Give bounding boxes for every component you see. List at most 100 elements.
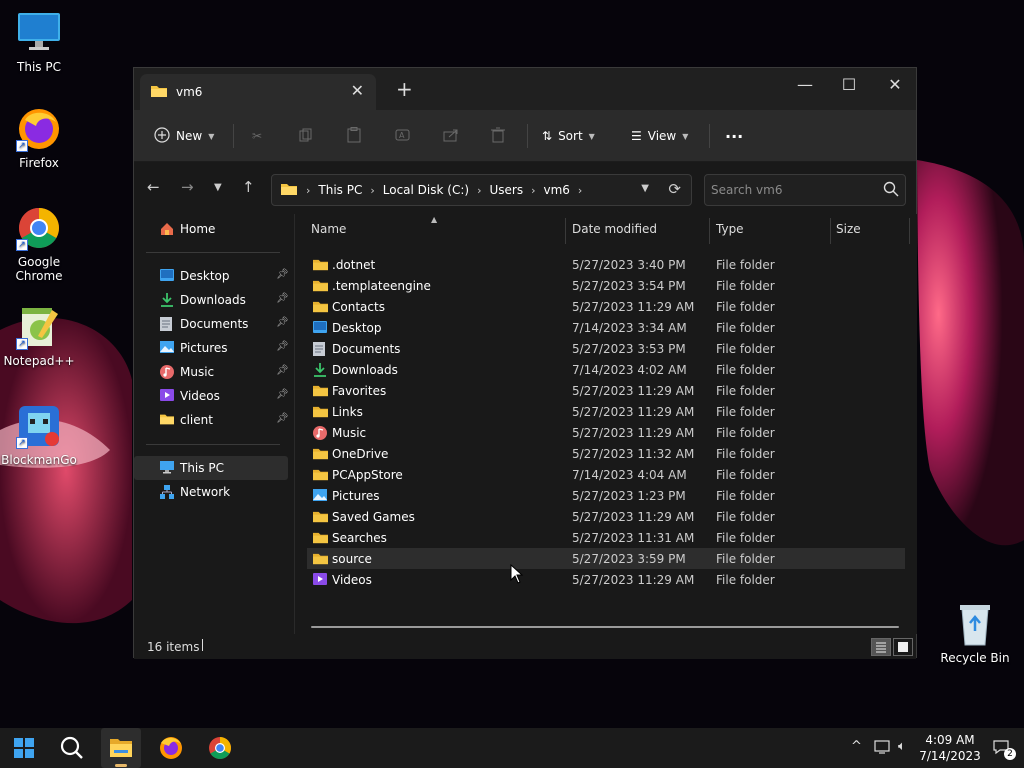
mouse-pointer-icon [510, 564, 524, 584]
new-button[interactable]: New ▼ [154, 124, 214, 148]
recent-locations-button[interactable]: ▼ [214, 182, 222, 193]
search-input[interactable] [711, 180, 876, 200]
chevron-up-icon[interactable]: ^ [851, 739, 862, 754]
file-row[interactable]: Searches 5/27/2023 11:31 AM File folder [307, 527, 905, 548]
search-taskbar-button[interactable] [52, 728, 92, 768]
file-name: Downloads [332, 363, 398, 377]
desktop-icon-recycle-bin[interactable]: Recycle Bin [937, 601, 1013, 665]
breadcrumb-users[interactable]: Users [489, 183, 523, 197]
chevron-down-icon: ▼ [682, 131, 689, 141]
file-date-modified: 5/27/2023 11:29 AM [572, 300, 695, 314]
taskbar-chrome[interactable] [200, 728, 240, 768]
title-bar[interactable]: vm6 ✕ + — ☐ ✕ [134, 68, 916, 110]
desktop-icon-blockmango[interactable]: ↗ BlockmanGo [1, 403, 77, 467]
minimize-button[interactable]: — [782, 72, 828, 100]
close-tab-icon[interactable]: ✕ [351, 81, 364, 100]
details-view-button[interactable] [871, 638, 891, 656]
breadcrumb-this-pc[interactable]: This PC [318, 183, 362, 197]
desktop-icon-firefox[interactable]: ↗ Firefox [1, 106, 77, 170]
maximize-button[interactable]: ☐ [826, 72, 872, 100]
nav-quick-music[interactable]: Music 📌︎ [134, 360, 289, 384]
file-type: File folder [716, 321, 775, 335]
forward-button[interactable]: → [181, 178, 194, 196]
file-row[interactable]: Music 5/27/2023 11:29 AM File folder [307, 422, 905, 443]
column-divider[interactable] [709, 218, 710, 244]
share-button[interactable] [443, 124, 459, 148]
desktop-icon-chrome[interactable]: ↗ Google Chrome [1, 205, 77, 283]
close-window-button[interactable]: ✕ [872, 72, 918, 100]
chrome-icon: ↗ [16, 205, 62, 251]
more-options-button[interactable]: ··· [725, 124, 743, 148]
column-header-name[interactable]: Name [311, 222, 346, 236]
network-icon[interactable] [874, 739, 892, 759]
nav-quick-desktop[interactable]: Desktop 📌︎ [134, 264, 289, 288]
file-row[interactable]: .templateengine 5/27/2023 3:54 PM File fol… [307, 275, 905, 296]
tiles-view-button[interactable] [893, 638, 913, 656]
file-row[interactable]: Downloads 7/14/2023 4:02 AM File folder [307, 359, 905, 380]
nav-home[interactable]: Home [134, 217, 288, 241]
delete-button[interactable] [491, 124, 505, 148]
chevron-down-icon[interactable]: ▼ [641, 183, 649, 194]
taskbar-firefox[interactable] [151, 728, 191, 768]
folder-icon [312, 404, 328, 420]
address-bar[interactable]: › This PC › Local Disk (C:) › Users › vm… [271, 174, 692, 206]
clock-date: 7/14/2023 [919, 749, 981, 763]
file-row[interactable]: Links 5/27/2023 11:29 AM File folder [307, 401, 905, 422]
file-row[interactable]: Contacts 5/27/2023 11:29 AM File folder [307, 296, 905, 317]
file-row[interactable]: Documents 5/27/2023 3:53 PM File folder [307, 338, 905, 359]
volume-icon[interactable]: 🔈︎ [898, 739, 906, 754]
new-tab-button[interactable]: + [396, 78, 413, 100]
file-row[interactable]: Pictures 5/27/2023 1:23 PM File folder [307, 485, 905, 506]
copy-button[interactable] [299, 124, 313, 148]
column-header-type[interactable]: Type [716, 222, 744, 236]
file-type: File folder [716, 531, 775, 545]
paste-button[interactable] [347, 124, 361, 148]
taskbar-file-explorer[interactable] [101, 728, 141, 768]
breadcrumb-local-disk[interactable]: Local Disk (C:) [383, 183, 469, 197]
column-header-date[interactable]: Date modified [572, 222, 657, 236]
search-box[interactable] [704, 174, 906, 206]
column-header-size[interactable]: Size [836, 222, 861, 236]
nav-quick-pictures[interactable]: Pictures 📌︎ [134, 336, 289, 360]
back-button[interactable]: ← [147, 178, 160, 196]
nav-quick-downloads[interactable]: Downloads 📌︎ [134, 288, 289, 312]
up-button[interactable]: ↑ [242, 178, 255, 196]
file-row[interactable]: .dotnet 5/27/2023 3:40 PM File folder [307, 254, 905, 275]
column-divider[interactable] [909, 218, 910, 244]
nav-network[interactable]: Network [134, 480, 288, 504]
nav-this-pc[interactable]: This PC [134, 456, 288, 480]
pin-icon: 📌︎ [276, 293, 289, 304]
file-row[interactable]: PCAppStore 7/14/2023 4:04 AM File folder [307, 464, 905, 485]
file-type: File folder [716, 300, 775, 314]
view-button[interactable]: ☰ View ▼ [631, 124, 688, 148]
start-button[interactable] [4, 728, 44, 768]
horizontal-scrollbar[interactable] [311, 626, 899, 628]
refresh-icon[interactable]: ⟳ [668, 180, 681, 198]
file-name: Documents [332, 342, 401, 356]
file-row[interactable]: Videos 5/27/2023 11:29 AM File folder [307, 569, 905, 590]
sort-button[interactable]: ⇅ Sort ▼ [542, 124, 595, 148]
rename-button[interactable]: A [395, 124, 411, 148]
nav-quick-client[interactable]: client 📌︎ [134, 408, 289, 432]
file-row[interactable]: source 5/27/2023 3:59 PM File folder [307, 548, 905, 569]
file-type: File folder [716, 258, 775, 272]
file-row[interactable]: OneDrive 5/27/2023 11:32 AM File folder [307, 443, 905, 464]
breadcrumb-separator: › [577, 183, 583, 197]
column-divider[interactable] [830, 218, 831, 244]
system-clock[interactable]: 4:09 AM 7/14/2023 [915, 732, 985, 764]
desktop-icon-notepadpp[interactable]: ↗ Notepad++ [1, 304, 77, 368]
file-name: .dotnet [332, 258, 376, 272]
desktop-icon-this-pc[interactable]: This PC [1, 10, 77, 74]
file-row[interactable]: Saved Games 5/27/2023 11:29 AM File folder [307, 506, 905, 527]
file-row[interactable]: Desktop 7/14/2023 3:34 AM File folder [307, 317, 905, 338]
tab-vm6[interactable]: vm6 ✕ [140, 74, 376, 110]
blockmango-icon: ↗ [16, 403, 62, 449]
cut-button[interactable]: ✂ [252, 124, 262, 148]
breadcrumb-vm6[interactable]: vm6 [543, 183, 569, 197]
share-icon [443, 128, 459, 145]
file-row[interactable]: Favorites 5/27/2023 11:29 AM File folder [307, 380, 905, 401]
nav-quick-videos[interactable]: Videos 📌︎ [134, 384, 289, 408]
nav-quick-documents[interactable]: Documents 📌︎ [134, 312, 289, 336]
column-divider[interactable] [565, 218, 566, 244]
file-type: File folder [716, 510, 775, 524]
